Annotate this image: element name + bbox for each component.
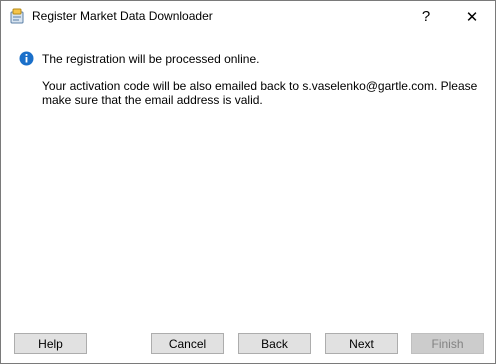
window-title: Register Market Data Downloader xyxy=(32,9,213,23)
finish-button: Finish xyxy=(411,333,484,354)
info-icon xyxy=(19,51,34,66)
detail-message: Your activation code will be also emaile… xyxy=(42,79,478,107)
button-bar: Help Cancel Back Next Finish xyxy=(1,323,495,363)
next-button[interactable]: Next xyxy=(325,333,398,354)
close-button[interactable]: ✕ xyxy=(449,1,495,32)
lead-message: The registration will be processed onlin… xyxy=(42,52,260,66)
title-bar: Register Market Data Downloader ? ✕ xyxy=(1,1,495,32)
title-help-button[interactable]: ? xyxy=(403,1,449,32)
help-button[interactable]: Help xyxy=(14,333,87,354)
cancel-button[interactable]: Cancel xyxy=(151,333,224,354)
app-icon xyxy=(9,8,25,24)
close-icon: ✕ xyxy=(465,8,479,26)
back-button[interactable]: Back xyxy=(238,333,311,354)
register-dialog: Register Market Data Downloader ? ✕ The … xyxy=(0,0,496,364)
